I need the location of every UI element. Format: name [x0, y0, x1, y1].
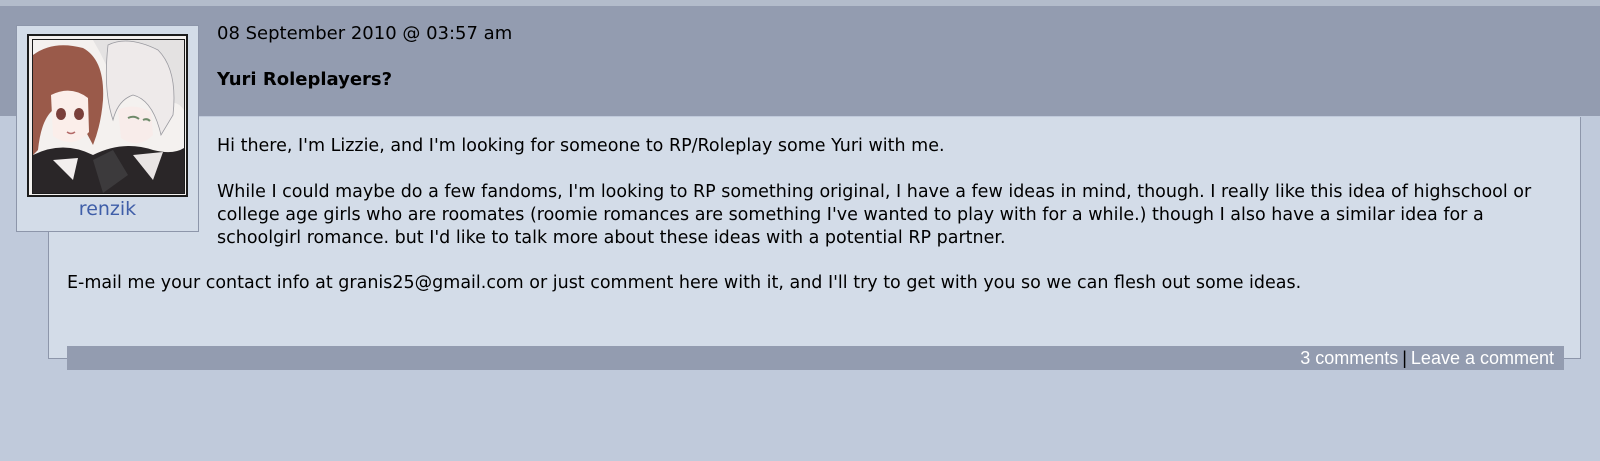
post-paragraph: While I could maybe do a few fandoms, I'… — [217, 182, 1532, 248]
userpic-frame: renzik — [16, 25, 199, 232]
post-subject: Yuri Roleplayers? — [217, 69, 393, 90]
post-paragraph: Hi there, I'm Lizzie, and I'm looking fo… — [217, 136, 945, 156]
userpic-artwork — [32, 39, 185, 194]
userpic-image[interactable] — [27, 34, 188, 197]
post-date: 08 September 2010 @ 03:57 am — [217, 23, 513, 44]
post-paragraph: E-mail me your contact info at granis25@… — [67, 273, 1302, 293]
username-link[interactable]: renzik — [17, 198, 198, 220]
comments-link[interactable]: 3 comments — [1300, 348, 1398, 368]
anime-userpic-icon — [33, 40, 184, 193]
post-footer-bar: 3 comments | Leave a comment — [67, 346, 1564, 370]
link-separator: | — [1402, 348, 1407, 368]
leave-comment-link[interactable]: Leave a comment — [1411, 348, 1554, 368]
